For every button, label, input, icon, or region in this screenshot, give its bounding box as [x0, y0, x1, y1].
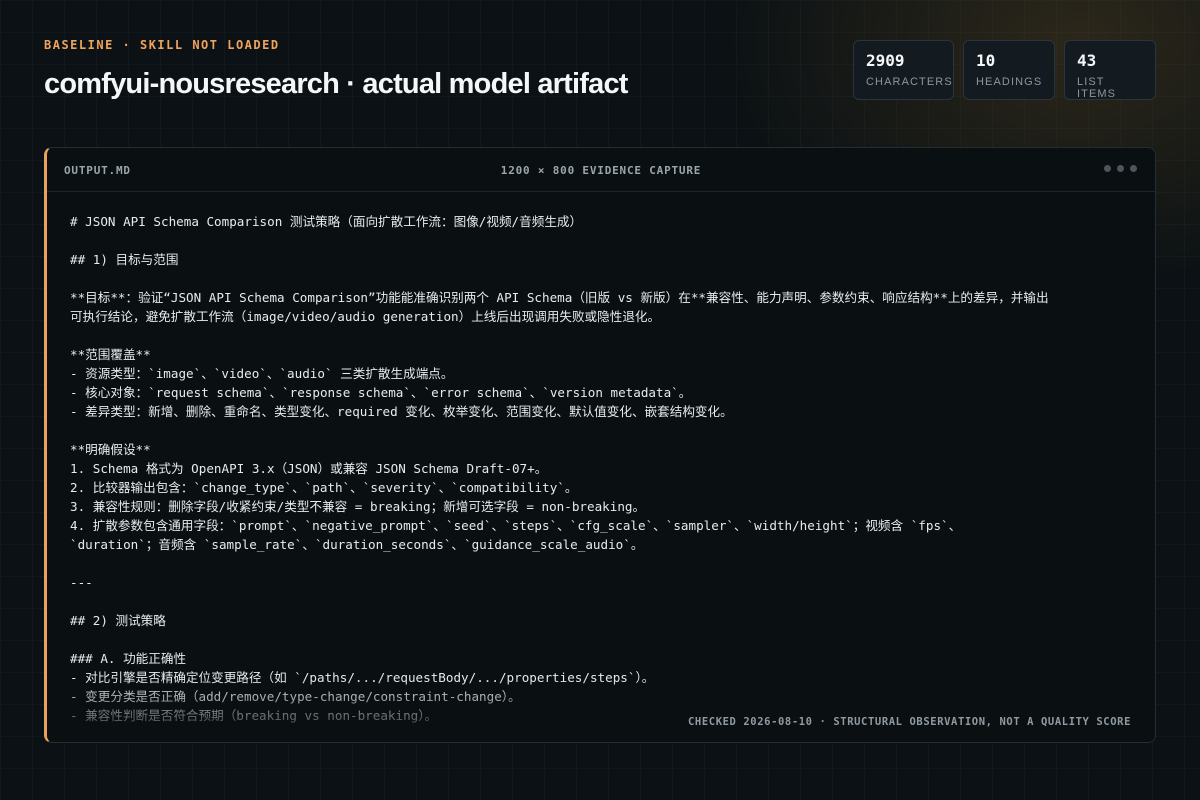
content-line [70, 630, 1141, 649]
panel-header: OUTPUT.MD 1200 × 800 EVIDENCE CAPTURE [47, 148, 1155, 192]
output-panel: OUTPUT.MD 1200 × 800 EVIDENCE CAPTURE # … [44, 147, 1156, 743]
page-title: comfyui-nousresearch · actual model arti… [44, 68, 628, 100]
content-line [70, 231, 1141, 250]
stats-group: 2909 Characters 10 Headings 43 List item… [853, 40, 1156, 100]
dot-icon [1104, 165, 1111, 172]
footer-note: CHECKED 2026-08-10 · STRUCTURAL OBSERVAT… [688, 716, 1131, 728]
content-line: - 核心对象：`request schema`、`response schema… [70, 385, 692, 400]
content-line: - 变更分类是否正确（add/remove/type-change/constr… [70, 689, 521, 704]
content-line: 1. Schema 格式为 OpenAPI 3.x（JSON）或兼容 JSON … [70, 461, 548, 476]
stat-list-items-label: List items [1077, 76, 1117, 100]
stat-characters: 2909 Characters [853, 40, 954, 100]
panel-caption: 1200 × 800 EVIDENCE CAPTURE [500, 164, 702, 177]
dot-icon [1117, 165, 1124, 172]
content-line: # JSON API Schema Comparison 测试策略（面向扩散工作… [70, 214, 583, 229]
content-line: **目标**：验证“JSON API Schema Comparison”功能能… [70, 290, 1049, 305]
content-line: **明确假设** [70, 442, 151, 457]
content-line: ## 1) 目标与范围 [70, 252, 179, 267]
stat-list-items-value: 43 [1077, 51, 1097, 70]
content-line: - 资源类型：`image`、`video`、`audio` 三类扩散生成端点。 [70, 366, 454, 381]
content-line [70, 592, 1141, 611]
content-line [70, 269, 1141, 288]
stat-headings-value: 10 [976, 51, 996, 70]
content-line [70, 554, 1141, 573]
stat-characters-label: Characters [866, 76, 953, 88]
window-menu-dots-icon[interactable] [1104, 165, 1137, 172]
content-line [70, 326, 1141, 345]
dot-icon [1130, 165, 1137, 172]
content-line: - 差异类型：新增、删除、重命名、类型变化、required 变化、枚举变化、范… [70, 404, 733, 419]
content-line: 4. 扩散参数包含通用字段：`prompt`、`negative_prompt`… [70, 518, 962, 533]
stat-headings-label: Headings [976, 76, 1043, 88]
content-line: `duration`；音频含 `sample_rate`、`duration_s… [70, 537, 644, 552]
content-line: ## 2) 测试策略 [70, 613, 166, 628]
page-header: BASELINE · SKILL NOT LOADED comfyui-nous… [44, 38, 684, 101]
status-kicker: BASELINE · SKILL NOT LOADED [44, 38, 280, 52]
content-line: --- [70, 575, 93, 590]
content-line: - 对比引擎是否精确定位变更路径（如 `/paths/.../requestBo… [70, 670, 655, 685]
content-line: 可执行结论，避免扩散工作流（image/video/audio generati… [70, 309, 661, 324]
content-line: 3. 兼容性规则：删除字段/收紧约束/类型不兼容 = breaking；新增可选… [70, 499, 646, 514]
stat-list-items: 43 List items [1064, 40, 1156, 100]
content-line: **范围覆盖** [70, 347, 151, 362]
content-line: 2. 比较器输出包含：`change_type`、`path`、`severit… [70, 480, 578, 495]
markdown-content[interactable]: # JSON API Schema Comparison 测试策略（面向扩散工作… [70, 212, 1141, 734]
content-line [70, 421, 1141, 440]
content-line: ### A. 功能正确性 [70, 651, 187, 666]
stat-characters-value: 2909 [866, 51, 905, 70]
stat-headings: 10 Headings [963, 40, 1055, 100]
